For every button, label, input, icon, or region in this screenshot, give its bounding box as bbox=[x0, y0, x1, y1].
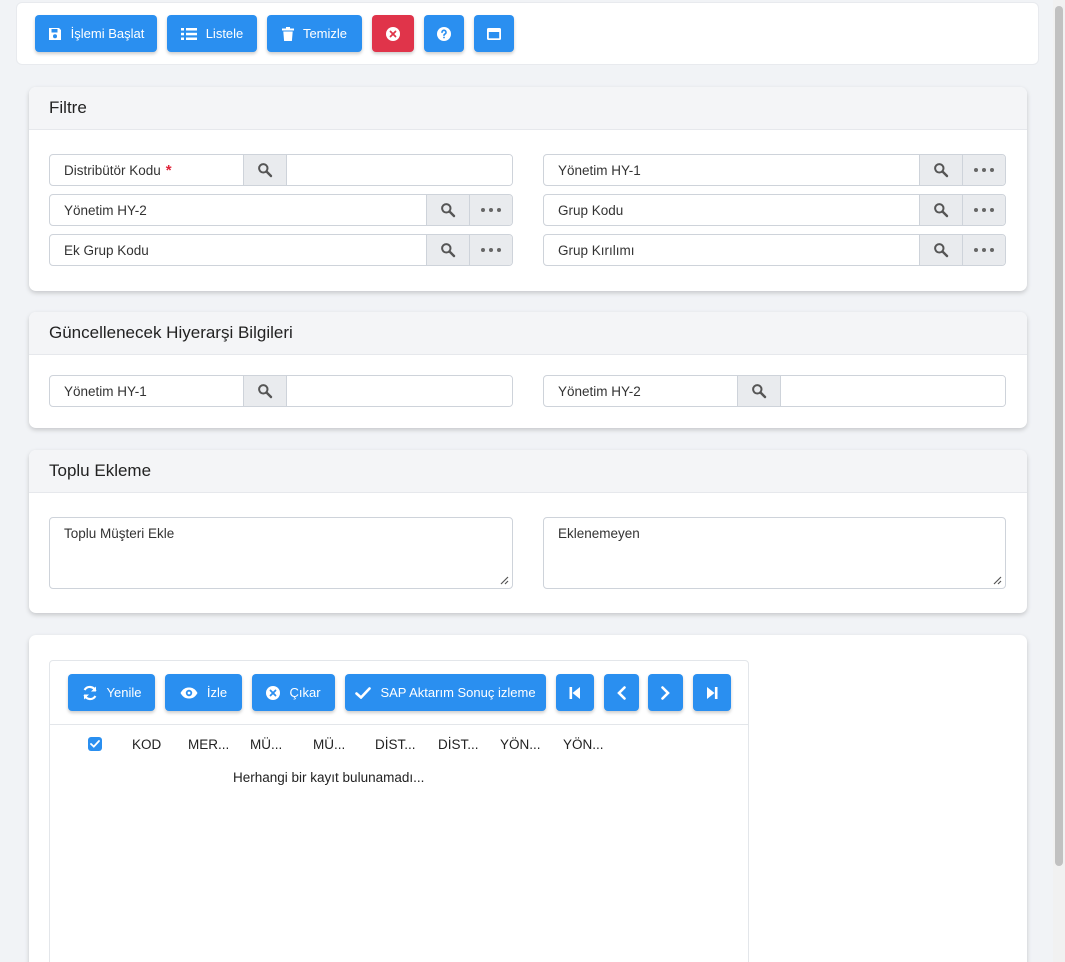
search-icon[interactable] bbox=[426, 235, 469, 265]
first-page-button[interactable] bbox=[556, 674, 594, 711]
refresh-label: Yenile bbox=[106, 685, 142, 700]
cancel-button[interactable] bbox=[372, 15, 414, 52]
filter-title: Filtre bbox=[29, 87, 1027, 130]
search-icon[interactable] bbox=[426, 195, 469, 225]
column-header[interactable]: MER... bbox=[188, 737, 229, 752]
hy1-update-input[interactable] bbox=[286, 376, 512, 406]
column-header[interactable]: KOD bbox=[132, 737, 161, 752]
column-header[interactable]: MÜ... bbox=[313, 737, 345, 752]
list-icon bbox=[180, 27, 197, 40]
first-page-icon bbox=[569, 686, 580, 699]
group-break-field[interactable]: Grup Kırılımı bbox=[543, 234, 1006, 266]
search-icon[interactable] bbox=[243, 155, 286, 185]
last-page-icon bbox=[707, 686, 718, 699]
list-button[interactable]: Listele bbox=[167, 15, 257, 52]
page-scrollbar[interactable] bbox=[1053, 0, 1065, 962]
watch-label: İzle bbox=[206, 685, 228, 700]
chevron-right-icon bbox=[661, 685, 670, 700]
grid-card: Yenile İzle Çıkar SAP Aktarım Sonuç izle… bbox=[29, 635, 1027, 962]
empty-message: Herhangi bir kayıt bulunamadı... bbox=[233, 770, 425, 785]
search-icon[interactable] bbox=[919, 195, 962, 225]
bulk-add-card: Toplu Ekleme Toplu Müşteri Ekle Ekleneme… bbox=[29, 450, 1027, 613]
hierarchy-title: Güncellenecek Hiyerarşi Bilgileri bbox=[29, 312, 1027, 355]
start-process-label: İşlemi Başlat bbox=[70, 26, 145, 41]
more-icon[interactable] bbox=[469, 235, 512, 265]
start-process-button[interactable]: İşlemi Başlat bbox=[35, 15, 157, 52]
distributor-code-field[interactable]: Distribütör Kodu * bbox=[49, 154, 513, 186]
column-header[interactable]: YÖN... bbox=[500, 737, 541, 752]
save-icon bbox=[48, 27, 61, 40]
scrollbar-thumb[interactable] bbox=[1055, 6, 1063, 866]
group-break-label: Grup Kırılımı bbox=[558, 242, 635, 258]
previous-page-button[interactable] bbox=[604, 674, 639, 711]
column-header[interactable]: DİST... bbox=[438, 737, 479, 752]
check-icon bbox=[90, 740, 100, 748]
required-mark: * bbox=[165, 161, 172, 179]
remove-button[interactable]: Çıkar bbox=[252, 674, 335, 711]
check-icon bbox=[355, 686, 372, 699]
distributor-code-label: Distribütör Kodu * bbox=[50, 155, 243, 185]
help-button[interactable] bbox=[424, 15, 464, 52]
sap-result-button[interactable]: SAP Aktarım Sonuç izleme bbox=[345, 674, 546, 711]
bulk-add-title: Toplu Ekleme bbox=[29, 450, 1027, 493]
search-icon[interactable] bbox=[737, 376, 780, 406]
hy1-update-field[interactable]: Yönetim HY-1 bbox=[49, 375, 513, 407]
not-added-textarea[interactable]: Eklenemeyen bbox=[543, 517, 1006, 589]
group-code-label: Grup Kodu bbox=[558, 202, 624, 218]
window-icon bbox=[487, 27, 501, 40]
chevron-left-icon bbox=[617, 685, 626, 700]
select-all-checkbox[interactable] bbox=[88, 737, 102, 751]
more-icon[interactable] bbox=[962, 155, 1005, 185]
remove-label: Çıkar bbox=[289, 685, 321, 700]
refresh-icon bbox=[82, 685, 97, 700]
clear-label: Temizle bbox=[302, 26, 348, 41]
eye-icon bbox=[180, 687, 198, 698]
extra-group-code-field[interactable]: Ek Grup Kodu bbox=[49, 234, 513, 266]
extra-group-code-label: Ek Grup Kodu bbox=[64, 242, 149, 258]
distributor-code-input[interactable] bbox=[286, 155, 512, 185]
more-icon[interactable] bbox=[962, 195, 1005, 225]
main-toolbar: İşlemi Başlat Listele Temizle bbox=[16, 2, 1039, 65]
filter-card: Filtre Distribütör Kodu * Yönetim HY-1 Yö… bbox=[29, 87, 1027, 291]
column-header[interactable]: YÖN... bbox=[563, 737, 604, 752]
refresh-button[interactable]: Yenile bbox=[68, 674, 155, 711]
hy1-filter-field[interactable]: Yönetim HY-1 bbox=[543, 154, 1006, 186]
hy2-filter-field[interactable]: Yönetim HY-2 bbox=[49, 194, 513, 226]
search-icon[interactable] bbox=[919, 235, 962, 265]
close-circle-icon bbox=[266, 685, 281, 700]
more-icon[interactable] bbox=[469, 195, 512, 225]
resize-handle-icon[interactable] bbox=[500, 576, 509, 585]
more-icon[interactable] bbox=[962, 235, 1005, 265]
window-button[interactable] bbox=[474, 15, 514, 52]
question-icon bbox=[437, 26, 451, 41]
hy1-filter-label: Yönetim HY-1 bbox=[558, 162, 641, 178]
search-icon[interactable] bbox=[243, 376, 286, 406]
hierarchy-card: Güncellenecek Hiyerarşi Bilgileri Yöneti… bbox=[29, 312, 1027, 428]
bulk-customer-textarea[interactable]: Toplu Müşteri Ekle bbox=[49, 517, 513, 589]
search-icon[interactable] bbox=[919, 155, 962, 185]
hy2-update-label: Yönetim HY-2 bbox=[558, 383, 641, 399]
trash-icon bbox=[281, 26, 294, 41]
sap-result-label: SAP Aktarım Sonuç izleme bbox=[380, 685, 536, 700]
list-label: Listele bbox=[205, 26, 244, 41]
grid-toolbar: Yenile İzle Çıkar SAP Aktarım Sonuç izle… bbox=[49, 660, 749, 725]
resize-handle-icon[interactable] bbox=[993, 576, 1002, 585]
close-circle-icon bbox=[386, 26, 400, 41]
column-header[interactable]: DİST... bbox=[375, 737, 416, 752]
column-header[interactable]: MÜ... bbox=[250, 737, 282, 752]
hy2-update-field[interactable]: Yönetim HY-2 bbox=[543, 375, 1006, 407]
hy2-update-input[interactable] bbox=[780, 376, 1005, 406]
distributor-code-text: Distribütör Kodu bbox=[64, 162, 161, 178]
hy2-filter-label: Yönetim HY-2 bbox=[64, 202, 147, 218]
next-page-button[interactable] bbox=[648, 674, 683, 711]
hy1-update-label: Yönetim HY-1 bbox=[64, 383, 147, 399]
watch-button[interactable]: İzle bbox=[165, 674, 242, 711]
clear-button[interactable]: Temizle bbox=[267, 15, 362, 52]
group-code-field[interactable]: Grup Kodu bbox=[543, 194, 1006, 226]
not-added-placeholder: Eklenemeyen bbox=[558, 526, 640, 541]
last-page-button[interactable] bbox=[693, 674, 731, 711]
data-grid: KOD MER... MÜ... MÜ... DİST... DİST... Y… bbox=[49, 725, 749, 962]
bulk-customer-placeholder: Toplu Müşteri Ekle bbox=[64, 526, 175, 541]
